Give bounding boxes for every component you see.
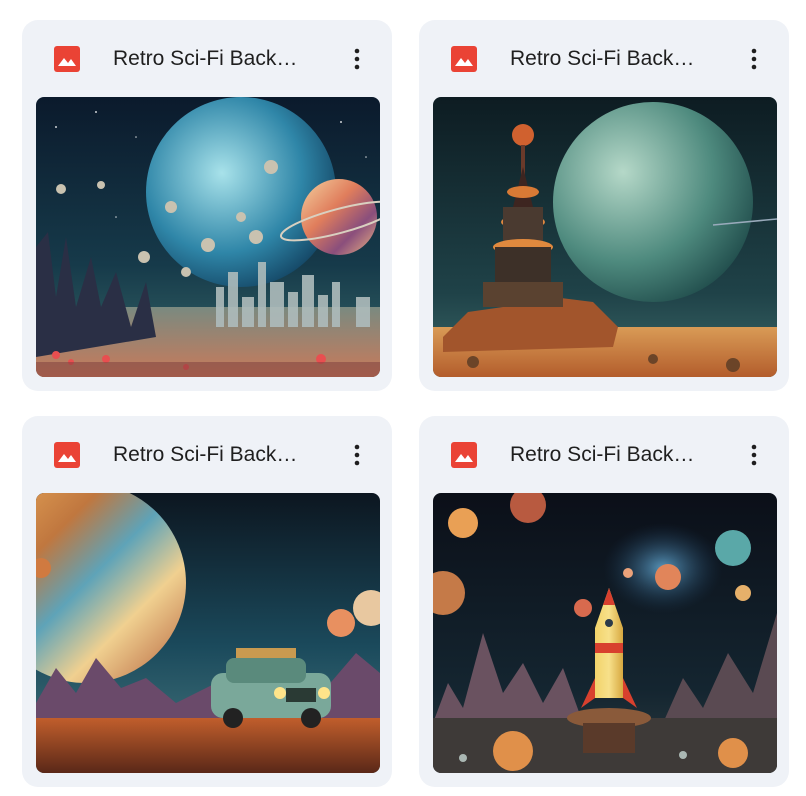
file-title: Retro Sci-Fi Back… xyxy=(510,443,695,466)
image-file-icon xyxy=(54,442,80,468)
image-file-icon xyxy=(451,442,477,468)
file-card[interactable]: Retro Sci-Fi Back… xyxy=(419,20,789,391)
file-card-header: Retro Sci-Fi Back… xyxy=(22,20,392,96)
file-card[interactable]: Retro Sci-Fi Back… xyxy=(22,416,392,787)
more-options-button[interactable] xyxy=(340,438,374,472)
more-options-button[interactable] xyxy=(340,42,374,76)
file-title: Retro Sci-Fi Back… xyxy=(113,47,298,70)
more-vert-icon xyxy=(354,48,360,70)
more-vert-icon xyxy=(354,444,360,466)
file-thumbnail[interactable] xyxy=(433,493,777,773)
file-thumbnail[interactable] xyxy=(433,97,777,377)
file-card-header: Retro Sci-Fi Back… xyxy=(419,416,789,492)
file-title: Retro Sci-Fi Back… xyxy=(113,443,298,466)
more-options-button[interactable] xyxy=(737,42,771,76)
image-file-icon xyxy=(451,46,477,72)
file-title: Retro Sci-Fi Back… xyxy=(510,47,695,70)
file-thumbnail[interactable] xyxy=(36,493,380,773)
more-vert-icon xyxy=(751,48,757,70)
more-options-button[interactable] xyxy=(737,438,771,472)
image-file-icon xyxy=(54,46,80,72)
file-card-header: Retro Sci-Fi Back… xyxy=(22,416,392,492)
file-card-header: Retro Sci-Fi Back… xyxy=(419,20,789,96)
file-card[interactable]: Retro Sci-Fi Back… xyxy=(419,416,789,787)
more-vert-icon xyxy=(751,444,757,466)
file-thumbnail[interactable] xyxy=(36,97,380,377)
file-card[interactable]: Retro Sci-Fi Back… xyxy=(22,20,392,391)
